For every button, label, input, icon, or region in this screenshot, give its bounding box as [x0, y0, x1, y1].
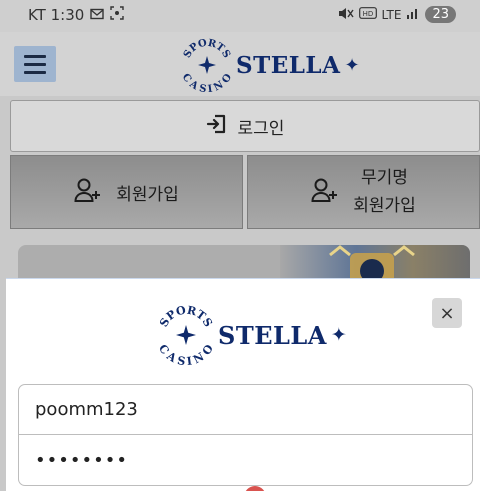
password-field[interactable]: ••••••••: [18, 435, 473, 486]
svg-text:CASINO: CASINO: [180, 72, 234, 92]
menu-line: [24, 62, 46, 66]
menu-line: [24, 70, 46, 74]
network-type: LTE: [381, 7, 402, 22]
close-modal-button[interactable]: ×: [432, 298, 462, 328]
battery-indicator: 23: [425, 6, 456, 23]
anonymous-register-button[interactable]: 무기명 회원가입: [247, 155, 480, 229]
hamburger-menu-button[interactable]: [14, 46, 56, 82]
status-bar-right: HD LTE 23: [338, 6, 456, 23]
anonymous-register-line1: 무기명: [361, 168, 408, 188]
svg-text:CASINO: CASINO: [156, 342, 216, 365]
add-user-icon: [74, 177, 102, 208]
status-bar: KT 1:30 HD LTE 23: [0, 0, 480, 32]
indicator-dot: [244, 486, 266, 491]
menu-line: [24, 54, 46, 58]
sparkle-icon: ✦: [330, 324, 347, 346]
password-input[interactable]: ••••••••: [35, 450, 128, 471]
signal-icon: [406, 7, 420, 22]
svg-text:HD: HD: [362, 10, 373, 18]
hd-icon: HD: [358, 7, 377, 22]
anonymous-register-line2: 회원가입: [353, 196, 416, 216]
login-button[interactable]: 로그인: [10, 100, 480, 152]
modal-logo-text: STELLA: [218, 320, 327, 350]
site-header: SPORTS CASINO STELLA ✦: [0, 32, 480, 96]
anonymous-register-label: 무기명 회원가입: [353, 164, 416, 220]
sparkle-icon: ✦: [344, 54, 360, 76]
logo-text: STELLA: [236, 51, 341, 79]
username-input[interactable]: [35, 399, 472, 420]
login-icon: [206, 113, 228, 140]
screenshot-icon: [110, 6, 124, 24]
login-label: 로그인: [237, 118, 285, 139]
modal-logo: SPORTS CASINO STELLA ✦: [156, 305, 347, 365]
status-bar-left: KT 1:30: [28, 6, 124, 24]
mute-icon: [338, 7, 354, 23]
close-icon: ×: [439, 302, 455, 324]
register-button[interactable]: 회원가입: [10, 155, 243, 229]
mail-icon: [90, 6, 104, 24]
sports-casino-badge-icon: SPORTS CASINO: [156, 305, 216, 365]
site-logo[interactable]: SPORTS CASINO STELLA ✦: [180, 38, 360, 92]
username-field[interactable]: [18, 384, 473, 435]
login-modal: SPORTS CASINO STELLA ✦ × ••••••••: [6, 278, 480, 491]
sports-casino-badge-icon: SPORTS CASINO: [180, 38, 234, 92]
add-user-icon: [311, 177, 339, 208]
register-label: 회원가입: [116, 184, 179, 205]
status-time: KT 1:30: [28, 6, 85, 24]
